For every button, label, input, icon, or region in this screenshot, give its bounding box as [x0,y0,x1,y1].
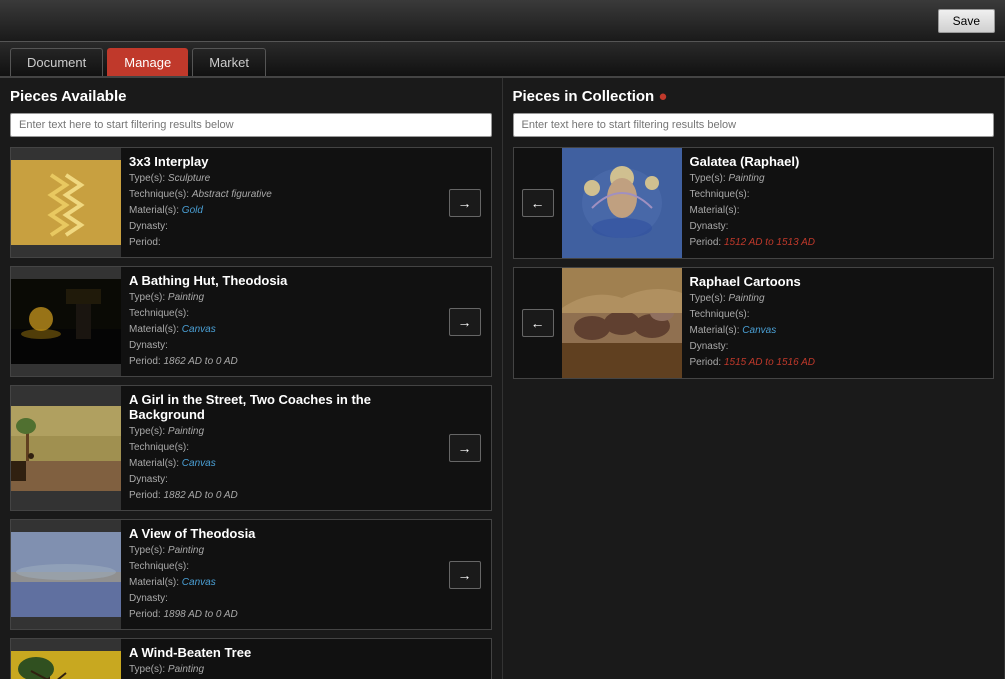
tab-manage[interactable]: Manage [107,48,188,76]
remove-from-collection-btn-raphael[interactable]: ← [514,268,562,378]
top-bar: Save [0,0,1005,42]
tab-market[interactable]: Market [192,48,266,76]
pieces-in-collection-panel: Pieces in Collection ● ← [503,78,1005,679]
main-content: Pieces Available 3x3 Interplay Type(s): … [0,78,1005,679]
art-thumbnail [11,148,121,257]
tabs-bar: Document Manage Market [0,42,1005,78]
art-title: Raphael Cartoons [690,274,986,289]
pieces-available-panel: Pieces Available 3x3 Interplay Type(s): … [0,78,503,679]
add-to-collection-btn-girl-street[interactable]: → [439,386,491,510]
art-thumbnail [11,386,121,510]
art-thumbnail [562,148,682,258]
list-item: A Bathing Hut, Theodosia Type(s): Painti… [10,266,492,377]
arrow-right-icon[interactable]: → [449,308,481,336]
art-thumbnail [11,267,121,376]
art-meta: Type(s): Sculpture Technique(s): Abstrac… [129,171,431,251]
list-item: ← Galatea (Raphael) Type(s): Painting [513,147,995,259]
art-meta: Type(s): Painting Technique(s): Material… [129,543,431,623]
save-button[interactable]: Save [938,9,995,33]
art-thumbnail [11,520,121,629]
art-info: A Bathing Hut, Theodosia Type(s): Painti… [121,267,439,376]
art-title: A Bathing Hut, Theodosia [129,273,431,288]
art-title: Galatea (Raphael) [690,154,986,169]
pieces-collection-filter[interactable] [513,113,995,137]
add-to-collection-btn-bathing-hut[interactable]: → [439,267,491,376]
art-meta: Type(s): Painting Technique(s): Material… [129,424,431,504]
art-title: A View of Theodosia [129,526,431,541]
arrow-left-icon[interactable]: ← [522,189,554,217]
art-title: A Wind-Beaten Tree [129,645,431,660]
arrow-right-icon[interactable]: → [449,434,481,462]
list-item: 3x3 Interplay Type(s): Sculpture Techniq… [10,147,492,258]
art-info: A Wind-Beaten Tree Type(s): Painting Tec… [121,639,439,679]
arrow-right-icon[interactable]: → [449,561,481,589]
pieces-available-title: Pieces Available [10,88,492,105]
art-meta: Type(s): Painting Technique(s): Material… [129,290,431,370]
list-item: A View of Theodosia Type(s): Painting Te… [10,519,492,630]
list-item: ← Raphael Cartoons Type(s): [513,267,995,379]
art-thumbnail [11,639,121,679]
arrow-right-icon[interactable]: → [449,189,481,217]
art-info: Raphael Cartoons Type(s): Painting Techn… [682,268,994,378]
arrow-left-icon[interactable]: ← [522,309,554,337]
add-to-collection-btn-view-theodosia[interactable]: → [439,520,491,629]
art-meta: Type(s): Painting Technique(s): Material… [690,171,986,251]
list-item: A Wind-Beaten Tree Type(s): Painting Tec… [10,638,492,679]
art-meta: Type(s): Painting Technique(s): Material… [690,291,986,371]
add-to-collection-btn-wind-beaten[interactable]: → [439,639,491,679]
art-info: A Girl in the Street, Two Coaches in the… [121,386,439,510]
list-item: A Girl in the Street, Two Coaches in the… [10,385,492,511]
tab-document[interactable]: Document [10,48,103,76]
required-dot: ● [658,88,667,105]
art-info: A View of Theodosia Type(s): Painting Te… [121,520,439,629]
art-thumbnail [562,268,682,378]
art-title: A Girl in the Street, Two Coaches in the… [129,392,431,422]
art-meta: Type(s): Painting Technique(s): Material… [129,662,431,679]
pieces-available-filter[interactable] [10,113,492,137]
pieces-in-collection-title: Pieces in Collection ● [513,88,995,105]
add-to-collection-btn-3x3[interactable]: → [439,148,491,257]
art-info: Galatea (Raphael) Type(s): Painting Tech… [682,148,994,258]
art-title: 3x3 Interplay [129,154,431,169]
remove-from-collection-btn-galatea[interactable]: ← [514,148,562,258]
art-info: 3x3 Interplay Type(s): Sculpture Techniq… [121,148,439,257]
